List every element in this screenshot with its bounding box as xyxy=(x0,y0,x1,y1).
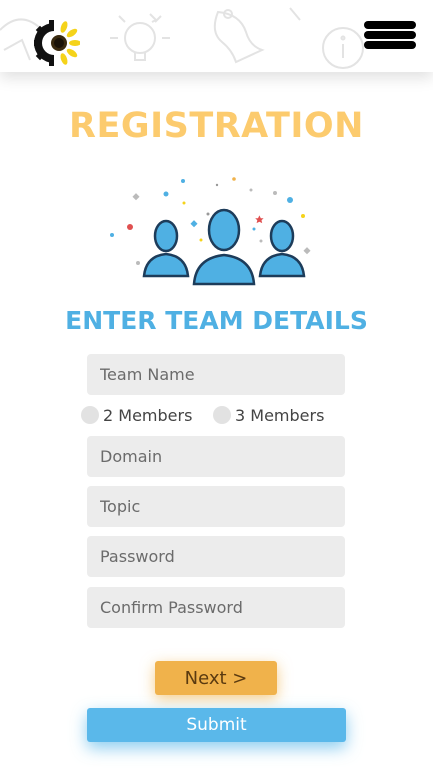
menu-bar xyxy=(364,31,416,39)
next-button[interactable]: Next > xyxy=(155,661,277,695)
section-heading: ENTER TEAM DETAILS xyxy=(65,306,368,335)
menu-bar xyxy=(364,41,416,49)
hamburger-menu-icon[interactable] xyxy=(362,20,418,52)
page-title: REGISTRATION xyxy=(69,106,364,146)
radio-label: 3 Members xyxy=(235,405,325,425)
password-input[interactable] xyxy=(87,536,345,577)
team-name-input[interactable] xyxy=(87,354,345,395)
topic-input[interactable] xyxy=(87,486,345,527)
confirm-password-input[interactable] xyxy=(87,587,345,628)
radio-button[interactable] xyxy=(213,406,231,424)
menu-bar xyxy=(364,21,416,29)
radio-button[interactable] xyxy=(81,406,99,424)
domain-input[interactable] xyxy=(87,436,345,477)
submit-button[interactable]: Submit xyxy=(87,708,346,742)
radio-three-members[interactable]: 3 Members xyxy=(213,402,324,428)
team-members-icon xyxy=(110,177,311,286)
radio-label: 2 Members xyxy=(103,405,193,425)
app-header xyxy=(0,0,433,72)
radio-two-members[interactable]: 2 Members xyxy=(81,402,192,428)
sunflower-gear-logo-icon xyxy=(34,20,80,66)
registration-page: REGISTRATION ENTER TEAM DETAILS Team Nam… xyxy=(0,0,433,769)
